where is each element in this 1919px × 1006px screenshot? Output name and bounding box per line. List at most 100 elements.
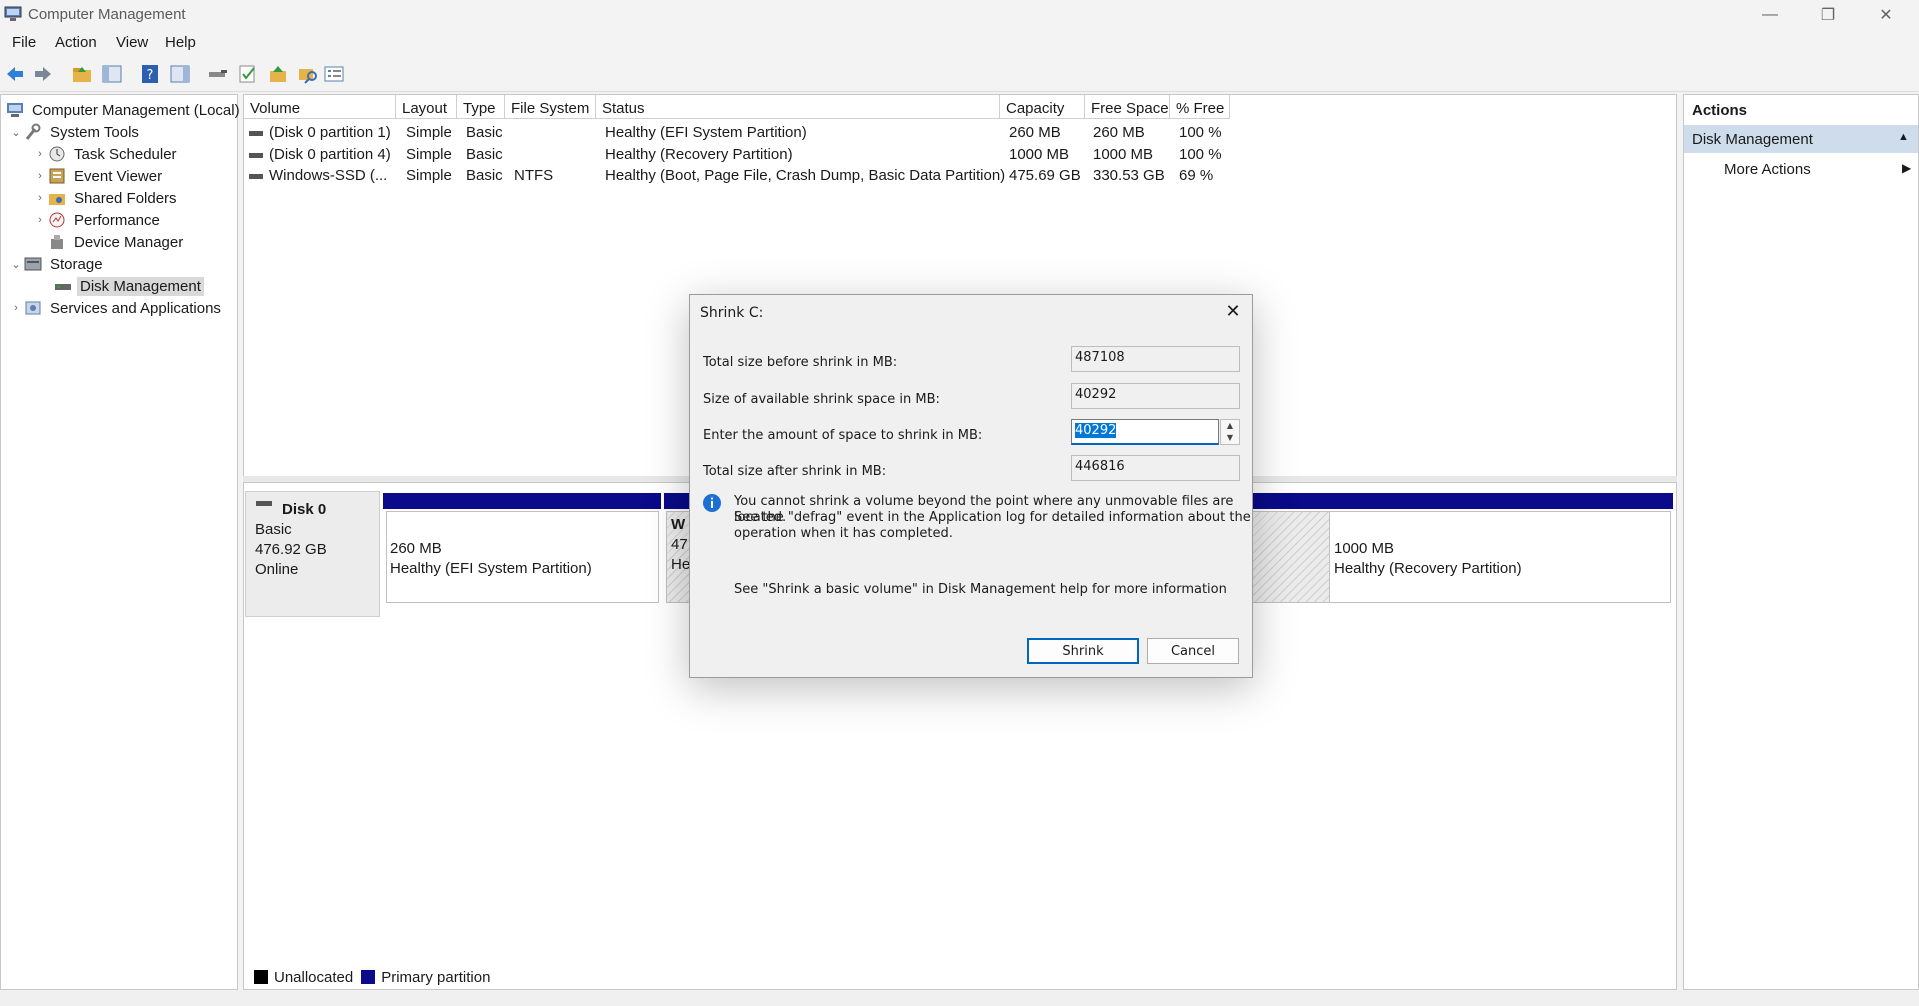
tools-icon [25,123,41,140]
volume-status: Healthy (Boot, Page File, Crash Dump, Ba… [605,167,1006,184]
forward-arrow-icon[interactable] [32,63,54,85]
upload-folder-icon[interactable] [267,63,289,85]
window-title: Computer Management [28,6,186,23]
more-actions-label: More Actions [1724,161,1811,178]
volume-type: Basic [466,167,503,184]
tree-label: Computer Management (Local) [32,101,240,119]
menu-view[interactable]: View [116,34,148,51]
event-log-icon [49,168,65,184]
column-header-free-space[interactable]: Free Space [1085,95,1170,119]
volume-layout: Simple [406,124,452,141]
volume-capacity: 475.69 GB [1009,167,1081,184]
maximize-button[interactable]: ❐ [1799,0,1857,30]
chevron-down-icon[interactable]: ⌄ [9,126,23,139]
tree-label: Performance [74,211,160,229]
menu-help[interactable]: Help [165,34,196,51]
actions-title: Actions [1684,95,1918,123]
show-hide-console-tree-icon[interactable] [101,63,123,85]
menu-file[interactable]: File [12,34,36,51]
volume-free-space: 260 MB [1093,124,1145,141]
column-header-percent-free[interactable]: % Free [1170,95,1230,119]
stepper-up-icon[interactable]: ▲ [1221,420,1239,432]
connect-drive-icon[interactable] [207,63,229,85]
tree-label: System Tools [50,123,139,141]
chevron-right-icon[interactable]: › [9,302,23,314]
menu-bar: File Action View Help [0,30,1919,56]
dialog-close-icon[interactable]: ✕ [1222,301,1244,323]
actions-pane: Actions Disk Management ▲ More Actions ▶ [1683,94,1919,990]
close-button[interactable]: ✕ [1857,0,1915,30]
column-header-capacity[interactable]: Capacity [1000,95,1085,119]
chevron-right-icon[interactable]: › [33,214,47,226]
tree-item-device-manager[interactable]: Device Manager [47,231,186,253]
label-total-after: Total size after shrink in MB: [703,464,887,479]
label-total-before: Total size before shrink in MB: [703,355,898,370]
chevron-right-icon[interactable]: › [33,170,47,182]
stepper-down-icon[interactable]: ▼ [1221,432,1239,444]
shrink-button[interactable]: Shrink [1027,638,1139,664]
shrink-amount-value: 40292 [1075,423,1117,438]
volume-file-system: NTFS [514,167,554,184]
device-manager-icon [51,235,63,249]
show-hide-action-pane-icon[interactable] [169,63,191,85]
tree-item-task-scheduler[interactable]: › Task Scheduler [33,143,180,165]
menu-action[interactable]: Action [55,34,97,51]
tree-item-disk-management[interactable]: Disk Management [53,275,204,297]
performance-icon [49,212,65,228]
shrink-amount-input[interactable]: 40292 [1071,419,1219,445]
disk-label-block[interactable]: Disk 0 Basic 476.92 GB Online [245,491,380,617]
chevron-right-icon[interactable]: › [33,192,47,204]
label-shrink-amount: Enter the amount of space to shrink in M… [703,428,983,443]
partition-body: 260 MB Healthy (EFI System Partition) [386,511,659,603]
tree-item-performance[interactable]: › Performance [33,209,163,231]
partition-name: W [671,516,686,533]
tree-item-storage[interactable]: ⌄ Storage [9,253,106,275]
disk-management-icon [55,284,71,290]
chevron-right-icon[interactable]: › [33,148,47,160]
cancel-button[interactable]: Cancel [1147,638,1239,664]
shared-folder-icon [49,194,65,205]
checkmark-icon[interactable] [237,63,259,85]
column-header-volume[interactable]: Volume [244,95,396,119]
column-header-status[interactable]: Status [596,95,1000,119]
computer-management-icon [4,6,22,21]
tree-label: Disk Management [77,276,204,296]
info-line-2: See the "defrag" event in the Applicatio… [734,510,1251,525]
tree-item-system-tools[interactable]: ⌄ System Tools [9,121,142,143]
label-available-shrink: Size of available shrink space in MB: [703,392,940,407]
collapse-up-icon[interactable]: ▲ [1898,131,1909,143]
chevron-down-icon[interactable]: ⌄ [9,258,23,271]
legend-label-unallocated: Unallocated [274,968,354,986]
toolbar: ? [0,56,1919,92]
actions-section-label: Disk Management [1692,131,1813,148]
tree-item-services-applications[interactable]: › Services and Applications [9,297,224,319]
dialog-title: Shrink C: [700,305,764,321]
column-header-file-system[interactable]: File System [505,95,596,119]
status-bar [0,990,1919,1006]
more-actions-item[interactable]: More Actions [1724,161,1811,178]
up-folder-icon[interactable] [71,63,93,85]
title-bar: Computer Management — ❐ ✕ [0,0,1919,30]
back-arrow-icon[interactable] [4,63,26,85]
tree-item-event-viewer[interactable]: › Event Viewer [33,165,165,187]
volume-free-space: 1000 MB [1093,146,1154,163]
actions-section-disk-management[interactable]: Disk Management ▲ [1684,125,1918,153]
console-tree: Computer Management (Local) ⌄ System Too… [0,94,240,990]
minimize-button[interactable]: — [1741,0,1799,30]
help-icon[interactable]: ? [139,63,161,85]
tree-item-shared-folders[interactable]: › Shared Folders [33,187,180,209]
volume-layout: Simple [406,146,452,163]
caret-right-icon: ▶ [1902,161,1912,175]
volume-free-space: 330.53 GB [1093,167,1165,184]
column-header-layout[interactable]: Layout [396,95,457,119]
column-header-type[interactable]: Type [457,95,505,119]
tree-label: Storage [50,255,103,273]
partition-body: 1000 MB Healthy (Recovery Partition) [1329,511,1671,603]
properties-icon[interactable] [323,63,345,85]
search-folder-icon[interactable] [297,63,319,85]
legend-swatch-unallocated [254,970,268,984]
volume-layout: Simple [406,167,452,184]
tree-item-computer-management[interactable]: Computer Management (Local) [5,99,243,121]
field-total-after: 446816 [1071,455,1240,481]
shrink-amount-stepper[interactable]: ▲ ▼ [1220,419,1240,445]
